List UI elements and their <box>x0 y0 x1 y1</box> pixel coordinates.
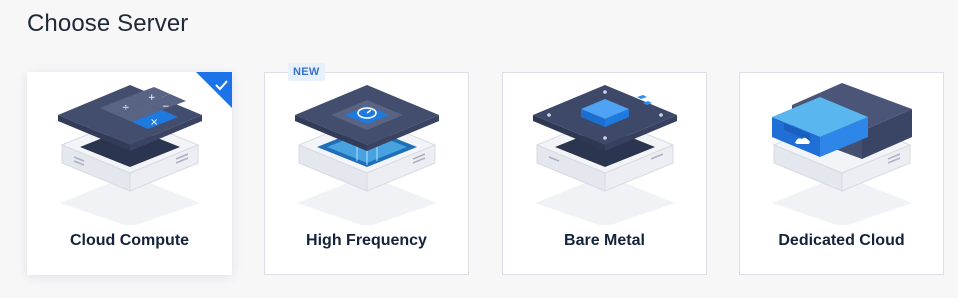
card-label: Dedicated Cloud <box>778 232 905 249</box>
dedicated-cloud-block-icon <box>772 83 912 225</box>
card-label: Bare Metal <box>564 232 645 249</box>
speedometer-chip-icon <box>295 85 439 225</box>
selected-check-icon <box>196 72 232 108</box>
page-title: Choose Server <box>27 10 189 37</box>
server-option-bare-metal[interactable]: Bare Metal <box>502 72 707 275</box>
server-option-high-frequency[interactable]: NEW High Frequency <box>264 63 469 275</box>
card-label: High Frequency <box>306 232 427 249</box>
processor-board-icon <box>533 85 677 225</box>
calculator-chip-icon: ÷ + − × <box>58 85 202 225</box>
card-label: Cloud Compute <box>69 232 190 249</box>
svg-text:+: + <box>148 93 156 103</box>
svg-text:×: × <box>150 117 158 128</box>
svg-text:÷: ÷ <box>122 103 130 113</box>
svg-text:−: − <box>162 102 170 112</box>
server-option-dedicated-cloud[interactable]: Dedicated Cloud <box>739 72 944 275</box>
server-option-cloud-compute[interactable]: ÷ + − × Cloud Compute <box>27 72 232 275</box>
server-type-options: ÷ + − × Cloud Compute NEW High Frequency… <box>27 63 947 277</box>
